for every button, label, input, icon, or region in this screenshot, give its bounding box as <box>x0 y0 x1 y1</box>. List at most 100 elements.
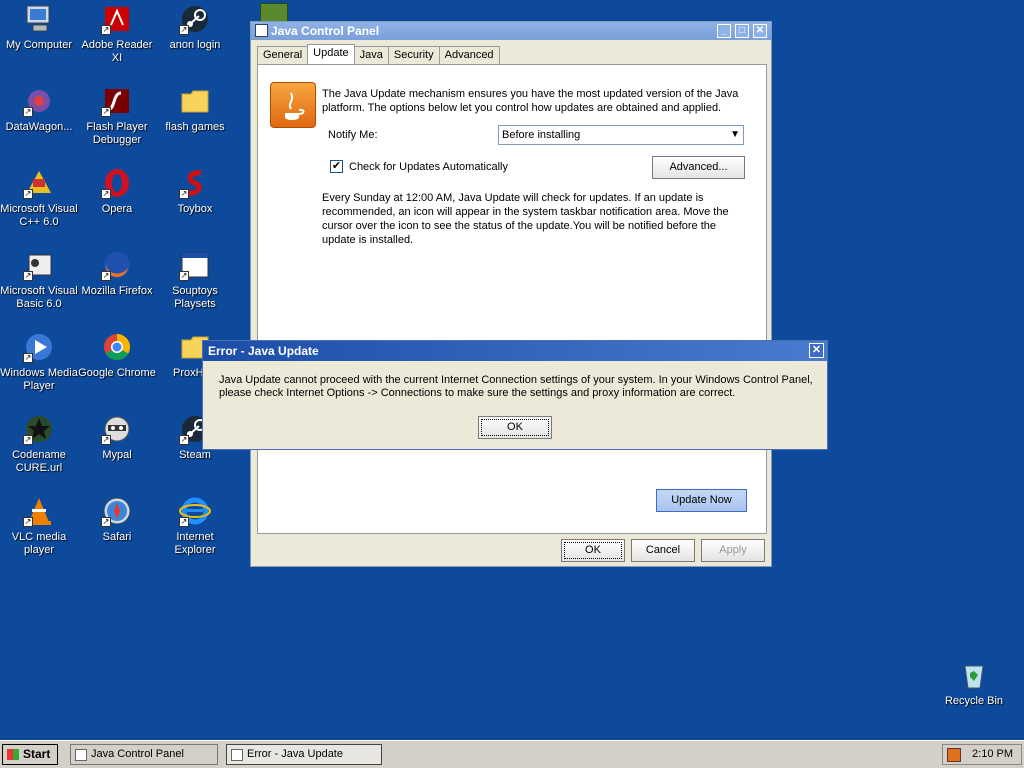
shortcut-arrow-icon: ↗ <box>23 271 33 281</box>
schedule-text: Every Sunday at 12:00 AM, Java Update wi… <box>322 192 729 246</box>
desktop-icon-adobe-reader[interactable]: ↗ Adobe Reader XI <box>78 3 156 65</box>
notify-label: Notify Me: <box>328 129 378 141</box>
taskbar-item-label: Java Control Panel <box>91 748 184 760</box>
datawagon-icon: ↗ <box>23 85 55 117</box>
toybox-icon: ↗ <box>179 167 211 199</box>
desktop-icon-internet-explorer[interactable]: ↗ Internet Explorer <box>156 495 234 557</box>
ok-button[interactable]: OK <box>561 539 625 562</box>
icon-label: Windows Media Player <box>0 367 78 392</box>
shortcut-arrow-icon: ↗ <box>23 435 33 445</box>
vlc-cone-icon: ↗ <box>23 495 55 527</box>
shortcut-arrow-icon: ↗ <box>179 189 189 199</box>
error-ok-button[interactable]: OK <box>478 416 552 439</box>
update-now-button[interactable]: Update Now <box>656 489 747 512</box>
mypal-raccoon-icon: ↗ <box>101 413 133 445</box>
safari-compass-icon: ↗ <box>101 495 133 527</box>
java-update-tray-icon[interactable] <box>947 748 961 762</box>
desktop-icon-windows-media-player[interactable]: ↗ Windows Media Player <box>0 331 78 393</box>
apply-button[interactable]: Apply <box>701 539 765 562</box>
window-title: Java Control Panel <box>271 24 380 38</box>
icon-label: Codename CURE.url <box>12 449 66 474</box>
desktop-icon-vlc[interactable]: ↗ VLC media player <box>0 495 78 557</box>
cancel-button[interactable]: Cancel <box>631 539 695 562</box>
desktop-icon-souptoys[interactable]: ↗ Souptoys Playsets <box>156 249 234 311</box>
start-label: Start <box>23 747 51 761</box>
desktop-icon-visual-cpp[interactable]: ↗ Microsoft Visual C++ 6.0 <box>0 167 78 229</box>
java-small-icon <box>75 749 87 761</box>
shortcut-arrow-icon: ↗ <box>179 25 189 35</box>
tab-advanced[interactable]: Advanced <box>438 46 500 64</box>
minimize-button[interactable]: _ <box>717 24 731 38</box>
system-tray: 2:10 PM <box>942 744 1022 765</box>
desktop-icon-google-chrome[interactable]: Google Chrome <box>78 331 156 380</box>
desktop-icon-my-computer[interactable]: My Computer <box>0 3 78 52</box>
icon-label: flash games <box>165 121 225 133</box>
recycle-bin-icon <box>958 659 990 691</box>
tab-general[interactable]: General <box>257 46 309 64</box>
shortcut-arrow-icon: ↗ <box>101 25 111 35</box>
shortcut-arrow-icon: ↗ <box>179 517 189 527</box>
desktop-icon-firefox[interactable]: ↗ Mozilla Firefox <box>78 249 156 298</box>
advanced-button[interactable]: Advanced... <box>652 156 745 179</box>
desktop-icon-recycle-bin[interactable]: Recycle Bin <box>935 659 1013 708</box>
close-icon[interactable]: ✕ <box>809 343 824 358</box>
icon-label: Safari <box>102 531 132 543</box>
shortcut-arrow-icon: ↗ <box>101 435 111 445</box>
taskbar-item-java-control-panel[interactable]: Java Control Panel <box>70 744 218 765</box>
error-message-line2: please check Internet Options -> Connect… <box>219 387 736 399</box>
desktop-icon-toybox[interactable]: ↗ Toybox <box>156 167 234 216</box>
tab-security[interactable]: Security <box>387 46 440 64</box>
desktop-icon-datawagon[interactable]: ↗ DataWagon... <box>0 85 78 134</box>
clock[interactable]: 2:10 PM <box>972 748 1013 760</box>
tab-update[interactable]: Update <box>307 44 355 64</box>
icon-label: Opera <box>101 203 133 215</box>
java-logo-icon <box>270 82 316 128</box>
error-dialog-titlebar[interactable]: Error - Java Update ✕ <box>203 341 827 361</box>
icon-label: Mozilla Firefox <box>81 285 153 297</box>
visual-basic-icon: ↗ <box>23 249 55 281</box>
icon-label: Recycle Bin <box>944 695 1004 707</box>
taskbar-item-label: Error - Java Update <box>247 748 343 760</box>
internet-explorer-icon: ↗ <box>179 495 211 527</box>
desktop-icon-mypal[interactable]: ↗ Mypal <box>78 413 156 462</box>
icon-label: Toybox <box>177 203 213 215</box>
shortcut-arrow-icon: ↗ <box>23 353 33 363</box>
start-button[interactable]: Start <box>2 744 58 765</box>
java-control-panel-window: Java Control Panel _ □ ✕ General Update … <box>250 21 772 567</box>
close-button[interactable]: ✕ <box>753 24 767 38</box>
tab-java[interactable]: Java <box>353 46 389 64</box>
desktop-icon-anon-login[interactable]: ↗ anon login <box>156 3 234 52</box>
taskbar-item-error-java-update[interactable]: Error - Java Update <box>226 744 382 765</box>
desktop-icon-flash-games[interactable]: flash games <box>156 85 234 134</box>
window-titlebar[interactable]: Java Control Panel _ □ ✕ <box>251 22 771 40</box>
check-updates-label: Check for Updates Automatically <box>349 161 508 173</box>
maximize-button[interactable]: □ <box>735 24 749 38</box>
desktop-icon-visual-basic[interactable]: ↗ Microsoft Visual Basic 6.0 <box>0 249 78 311</box>
shortcut-arrow-icon: ↗ <box>23 517 33 527</box>
icon-label: Microsoft Visual C++ 6.0 <box>0 203 78 228</box>
java-small-icon <box>255 24 268 37</box>
error-dialog: Error - Java Update ✕ Java Update cannot… <box>202 340 828 450</box>
icon-label: Steam <box>179 449 211 461</box>
tab-strip: General Update Java Security Advanced <box>257 44 500 64</box>
desktop-icon-safari[interactable]: ↗ Safari <box>78 495 156 544</box>
steam-icon: ↗ <box>179 3 211 35</box>
shortcut-arrow-icon: ↗ <box>101 517 111 527</box>
desktop-icon-codename-cure[interactable]: ↗ Codename CURE.url <box>0 413 78 475</box>
notify-select[interactable]: Before installing ▼ <box>498 125 744 145</box>
windows-logo-icon <box>7 749 19 760</box>
windows-media-player-icon: ↗ <box>23 331 55 363</box>
desktop-icon-opera[interactable]: ↗ Opera <box>78 167 156 216</box>
notify-select-value: Before installing <box>502 129 581 141</box>
chevron-down-icon[interactable]: ▼ <box>730 129 740 140</box>
check-updates-checkbox[interactable]: ✔ <box>330 160 343 173</box>
intro-text: The Java Update mechanism ensures you ha… <box>322 88 739 114</box>
opera-icon: ↗ <box>101 167 133 199</box>
icon-label: VLC media player <box>11 531 67 556</box>
adobe-reader-icon: ↗ <box>101 3 133 35</box>
codename-cure-icon: ↗ <box>23 413 55 445</box>
icon-label: DataWagon... <box>5 121 73 133</box>
icon-label: Microsoft Visual Basic 6.0 <box>0 285 78 310</box>
desktop-icon-flash-player[interactable]: ↗ Flash Player Debugger <box>78 85 156 147</box>
shortcut-arrow-icon: ↗ <box>23 107 33 117</box>
